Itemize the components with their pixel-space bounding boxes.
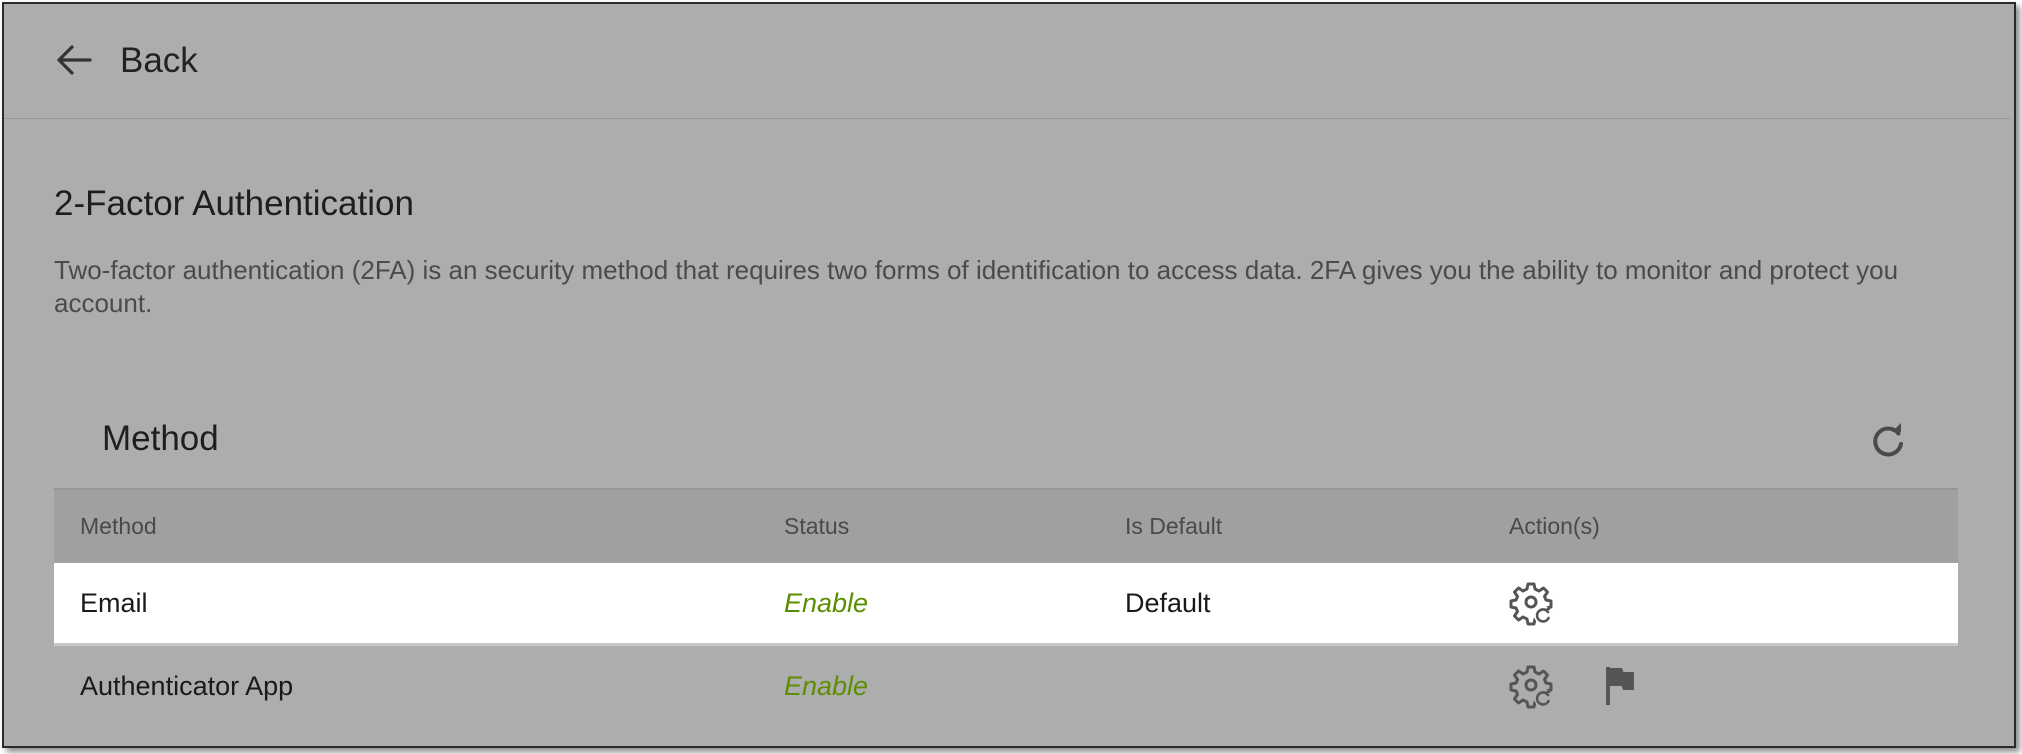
table-row[interactable]: Email Enable Default bbox=[54, 563, 1958, 646]
page-title: 2-Factor Authentication bbox=[54, 184, 414, 223]
column-header-actions: Action(s) bbox=[1509, 513, 1600, 539]
refresh-button[interactable] bbox=[1867, 420, 1909, 462]
back-button[interactable]: Back bbox=[56, 32, 198, 88]
status-badge: Enable bbox=[784, 588, 869, 618]
row-actions bbox=[1509, 646, 1685, 726]
settings-refresh-icon[interactable] bbox=[1509, 663, 1555, 709]
method-name: Authenticator App bbox=[80, 671, 294, 701]
row-actions bbox=[1509, 563, 1597, 643]
top-bar: Back bbox=[4, 4, 2010, 119]
table-row[interactable]: Authenticator App Enable bbox=[54, 646, 1958, 726]
methods-table: Method Status Is Default Action(s) Email… bbox=[54, 488, 1958, 726]
arrow-left-icon bbox=[56, 44, 92, 76]
page-description: Two-factor authentication (2FA) is an se… bbox=[54, 255, 1899, 318]
back-label: Back bbox=[120, 40, 198, 80]
column-header-status: Status bbox=[784, 513, 850, 539]
status-badge: Enable bbox=[784, 671, 869, 701]
column-header-is-default: Is Default bbox=[1125, 513, 1223, 539]
table-header: Method Status Is Default Action(s) bbox=[54, 488, 1958, 563]
settings-refresh-icon[interactable] bbox=[1509, 580, 1555, 626]
column-header-method: Method bbox=[80, 513, 157, 539]
app-frame: Back 2-Factor Authentication Two-factor … bbox=[2, 2, 2016, 748]
flag-icon[interactable] bbox=[1597, 663, 1643, 709]
method-section-title: Method bbox=[102, 419, 219, 458]
default-label: Default bbox=[1125, 588, 1211, 618]
method-name: Email bbox=[80, 588, 148, 618]
refresh-icon bbox=[1867, 423, 1909, 466]
